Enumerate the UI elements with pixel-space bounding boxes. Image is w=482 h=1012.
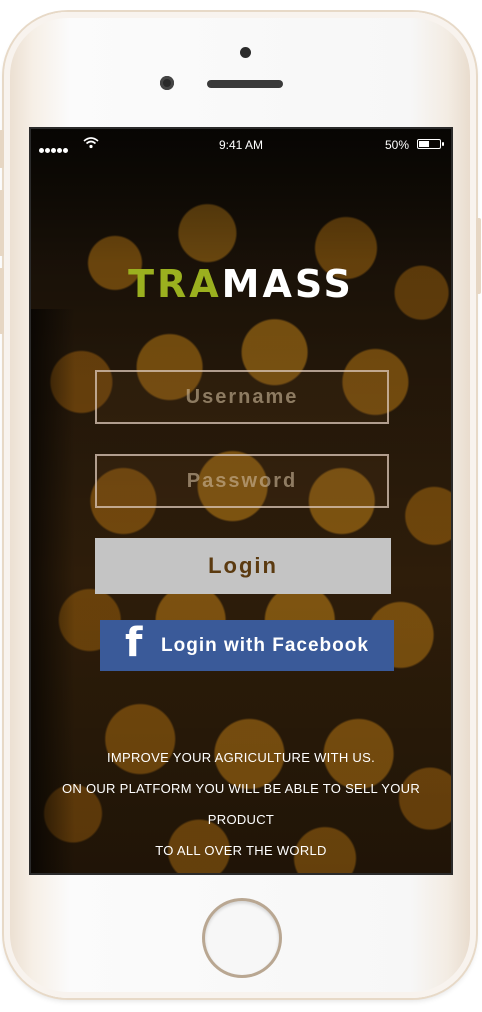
tagline-line1: IMPROVE YOUR AGRICULTURE WITH US. [106, 750, 375, 765]
front-camera [160, 76, 174, 90]
facebook-login-label: Login with Facebook [161, 634, 369, 656]
login-button[interactable]: Login [95, 538, 391, 594]
password-input[interactable]: Password [95, 454, 389, 508]
tagline-line2: ON OUR PLATFORM YOU WILL BE ABLE TO SELL… [61, 781, 421, 827]
logo-text-part2: MASS [221, 262, 354, 306]
status-bar: 9:41 AM 50% [31, 129, 451, 159]
power-button [476, 218, 481, 294]
username-input[interactable]: Username [95, 370, 389, 424]
volume-up-button [0, 190, 4, 256]
app-logo: TRAMASS [31, 262, 451, 306]
tagline: IMPROVE YOUR AGRICULTURE WITH US. ON OUR… [31, 742, 451, 866]
mute-switch [0, 130, 4, 168]
facebook-icon: f [125, 619, 144, 666]
phone-screen: 9:41 AM 50% TRAMASS Username Password Lo… [29, 127, 453, 875]
battery-icon [417, 139, 444, 149]
proximity-sensor [240, 47, 251, 58]
volume-down-button [0, 268, 4, 334]
tagline-line3: TO ALL OVER THE WORLD [155, 843, 327, 858]
logo-text-part1: TRA [128, 262, 222, 306]
earpiece-speaker [207, 80, 283, 88]
home-button[interactable] [205, 901, 279, 975]
battery-percentage: 50% [384, 138, 409, 152]
facebook-login-button[interactable]: f Login with Facebook [100, 620, 394, 671]
